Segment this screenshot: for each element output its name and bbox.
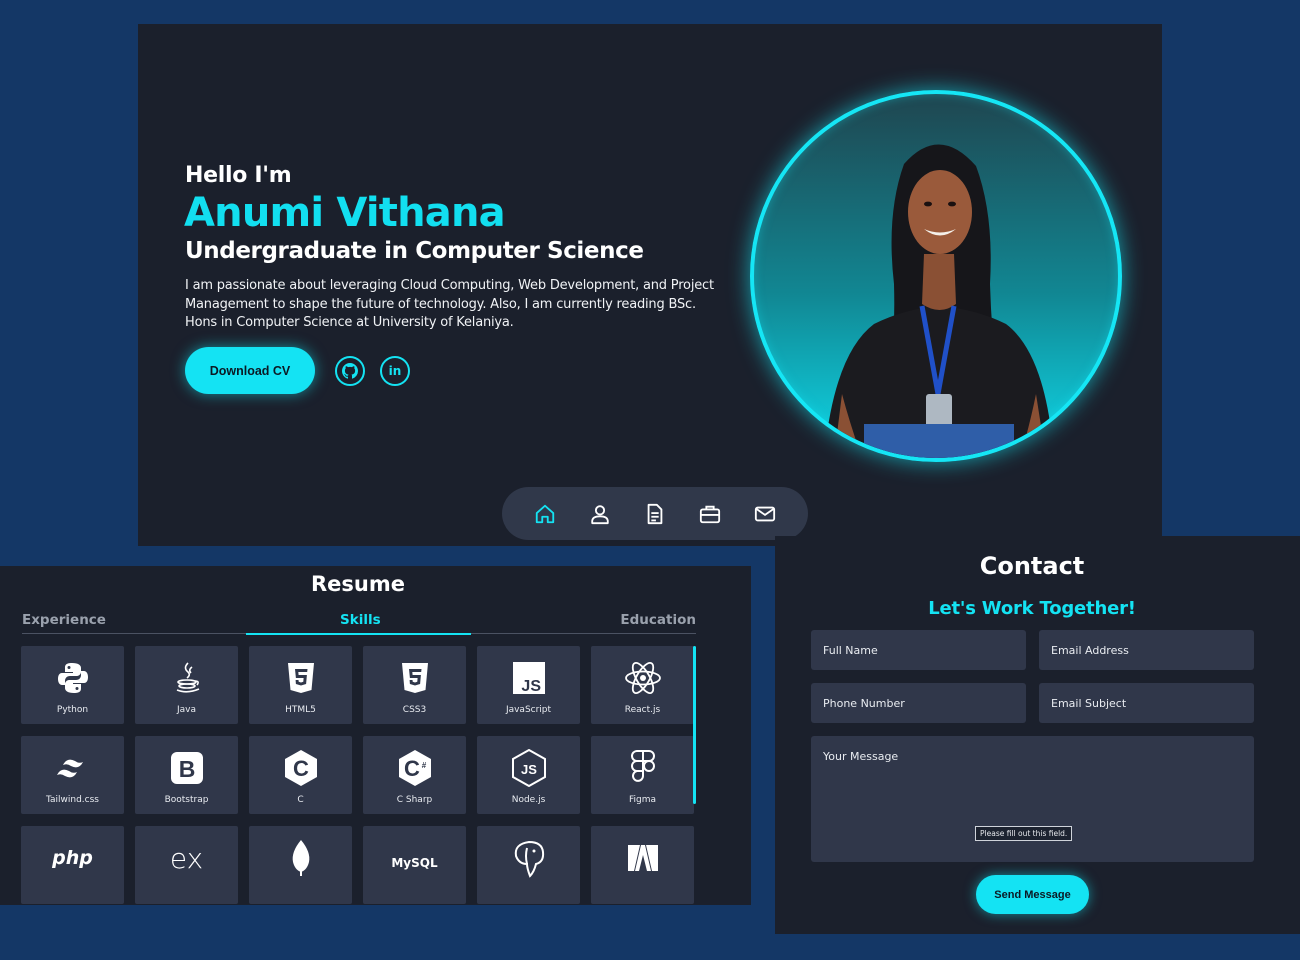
full-name-field[interactable]: Full Name [811, 630, 1026, 670]
contact-title: Contact [979, 552, 1085, 580]
javascript-icon: JS [509, 658, 549, 698]
skill-card: MySQL [363, 826, 466, 904]
message-field[interactable]: Your Message [811, 736, 1254, 862]
html5-icon [281, 658, 321, 698]
skills-scrollbar[interactable] [693, 646, 696, 804]
briefcase-icon [699, 505, 720, 523]
validation-tooltip: Please fill out this field. [975, 826, 1073, 841]
hero-section: Hello I'm Anumi Vithana Undergraduate in… [138, 24, 1162, 546]
home-icon [536, 504, 555, 523]
svg-text:#: # [421, 761, 426, 770]
skill-card [477, 826, 580, 904]
skill-label: React.js [624, 705, 661, 715]
java-icon [167, 658, 207, 698]
download-cv-button[interactable]: Download CV [185, 347, 315, 394]
svg-text:C: C [293, 756, 309, 781]
subject-field[interactable]: Email Subject [1039, 683, 1254, 723]
skill-card [249, 826, 352, 904]
skill-card: B Bootstrap [135, 736, 238, 814]
svg-text:JS: JS [521, 678, 541, 695]
github-icon [342, 363, 358, 379]
skill-card: php [21, 826, 124, 904]
skill-card [591, 826, 694, 904]
document-icon [647, 503, 663, 524]
svg-text:B: B [178, 756, 195, 782]
send-message-button[interactable]: Send Message [976, 875, 1089, 914]
skill-label: C [297, 795, 304, 805]
tailwind-icon [53, 748, 93, 788]
skill-card: JS Node.js [477, 736, 580, 814]
skill-label: CSS3 [402, 705, 427, 715]
express-icon: ex [167, 838, 207, 878]
skill-label: Java [176, 705, 196, 715]
hero-name: Anumi Vithana [184, 190, 506, 236]
skill-card: HTML5 [249, 646, 352, 724]
profile-photo [750, 90, 1122, 462]
hero-greeting: Hello I'm [185, 163, 292, 188]
resume-section: Resume Experience Skills Education Pytho… [0, 566, 751, 905]
nodejs-icon: JS [509, 748, 549, 788]
nav-contact[interactable] [752, 501, 778, 527]
bootstrap-icon: B [167, 748, 207, 788]
bottom-navbar [502, 487, 808, 540]
contact-section: Contact Let's Work Together! Full Name E… [775, 536, 1300, 934]
skill-card: C # C Sharp [363, 736, 466, 814]
skill-card: Python [21, 646, 124, 724]
nav-portfolio[interactable] [697, 501, 723, 527]
python-icon [53, 658, 93, 698]
person-silhouette-icon [824, 144, 1054, 458]
skill-label: Figma [628, 795, 657, 805]
skill-label: Tailwind.css [46, 795, 99, 805]
nav-home[interactable] [532, 501, 558, 527]
mysql-logo-text: MySQL [391, 856, 438, 870]
phone-field[interactable]: Phone Number [811, 683, 1026, 723]
user-icon [591, 504, 609, 524]
tab-skills[interactable]: Skills [340, 612, 381, 628]
email-field[interactable]: Email Address [1039, 630, 1254, 670]
resume-tabs: Experience Skills Education [22, 610, 696, 635]
skill-label: C Sharp [396, 795, 433, 805]
postgresql-icon [509, 838, 549, 878]
hero-description: I am passionate about leveraging Cloud C… [185, 278, 714, 330]
tab-experience[interactable]: Experience [22, 612, 106, 628]
mail-icon [754, 506, 775, 521]
svg-text:C: C [404, 756, 420, 781]
tab-education[interactable]: Education [620, 612, 696, 628]
mongodb-icon [281, 838, 321, 878]
skill-label: JavaScript [505, 705, 552, 715]
skill-card: C C [249, 736, 352, 814]
angular-icon [623, 838, 663, 878]
contact-subtitle: Let's Work Together! [928, 598, 1136, 619]
skill-card: Tailwind.css [21, 736, 124, 814]
hero-role: Undergraduate in Computer Science [185, 238, 644, 264]
skill-card: ex [135, 826, 238, 904]
resume-title: Resume [311, 572, 405, 596]
skill-card: React.js [591, 646, 694, 724]
nav-resume[interactable] [642, 501, 668, 527]
skill-label: HTML5 [285, 705, 316, 715]
react-icon [623, 658, 663, 698]
figma-icon [623, 748, 663, 788]
php-icon: php [52, 838, 93, 878]
c-icon: C [281, 748, 321, 788]
github-link[interactable] [335, 356, 365, 386]
svg-text:JS: JS [521, 762, 537, 777]
linkedin-icon: in [388, 364, 402, 378]
skill-label: Python [56, 705, 89, 715]
csharp-icon: C # [395, 748, 435, 788]
skill-card: Figma [591, 736, 694, 814]
active-tab-indicator [246, 633, 471, 635]
skill-card: Java [135, 646, 238, 724]
linkedin-link[interactable]: in [380, 356, 410, 386]
php-logo-text: php [52, 847, 93, 869]
skill-label: Node.js [511, 795, 546, 805]
nav-about[interactable] [587, 501, 613, 527]
skill-card: CSS3 [363, 646, 466, 724]
mysql-icon: MySQL [385, 838, 445, 878]
css3-icon [395, 658, 435, 698]
express-logo-text: ex [169, 841, 204, 875]
skill-label: Bootstrap [164, 795, 209, 805]
skill-card: JS JavaScript [477, 646, 580, 724]
